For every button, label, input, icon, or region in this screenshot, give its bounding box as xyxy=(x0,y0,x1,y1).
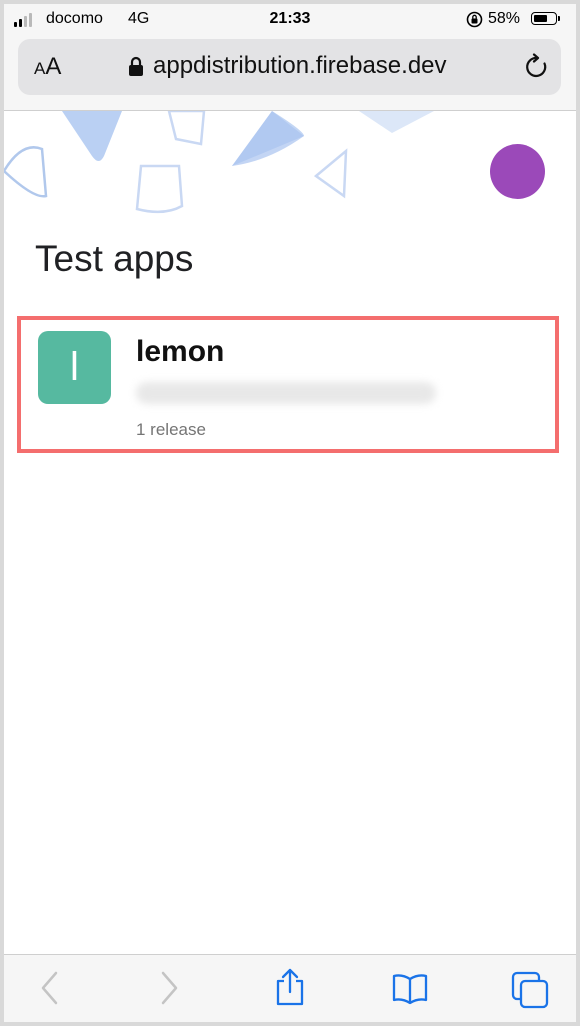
text-size-button[interactable]: AA xyxy=(34,53,61,81)
share-icon[interactable] xyxy=(274,967,306,1007)
avatar[interactable] xyxy=(490,144,545,199)
status-bar: docomo 4G 21:33 58% xyxy=(4,4,576,36)
app-icon: l xyxy=(38,331,111,404)
app-card-lemon[interactable]: l lemon 1 release xyxy=(17,316,559,453)
battery-icon xyxy=(531,12,560,25)
tabs-icon[interactable] xyxy=(511,971,549,1009)
app-id-redacted xyxy=(136,382,436,404)
forward-icon[interactable] xyxy=(159,970,179,1006)
bookmarks-icon[interactable] xyxy=(392,973,428,1005)
battery-percent: 58% xyxy=(488,10,521,27)
lock-icon xyxy=(129,56,143,76)
reload-icon[interactable] xyxy=(524,53,550,81)
back-icon[interactable] xyxy=(40,970,60,1006)
url-text: appdistribution.firebase.dev xyxy=(153,52,447,79)
bottom-toolbar xyxy=(4,954,576,1022)
app-name: lemon xyxy=(136,335,225,368)
browser-bar: AA appdistribution.firebase.dev xyxy=(4,36,576,111)
rotation-lock-icon xyxy=(466,11,483,28)
address-bar[interactable]: AA appdistribution.firebase.dev xyxy=(18,39,561,95)
screen: docomo 4G 21:33 58% AA appdistribution.f… xyxy=(4,4,576,1022)
release-count: 1 release xyxy=(136,420,206,439)
page-title: Test apps xyxy=(35,238,194,279)
